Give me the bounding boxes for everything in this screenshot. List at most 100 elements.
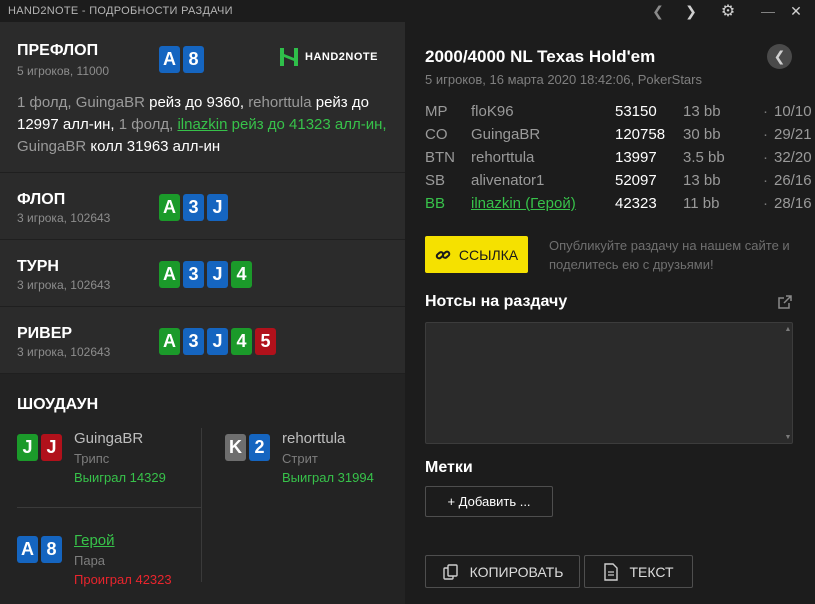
player-row: BTN rehorttula 13997 3.5 bb · 32/20 bbox=[425, 149, 812, 171]
street-name: ТУРН bbox=[17, 258, 59, 275]
separator-dot: · bbox=[763, 195, 768, 212]
street-name: РИВЕР bbox=[17, 325, 73, 342]
document-icon bbox=[604, 562, 619, 581]
playing-card-blue: J bbox=[207, 194, 228, 221]
street-flop: ФЛОП 3 игрока, 102643 A3J bbox=[0, 173, 405, 240]
preflop-action-text: 1 фолд, GuingaBR рейз до 9360, rehorttul… bbox=[17, 92, 397, 158]
player-name[interactable]: rehorttula bbox=[471, 149, 534, 166]
player-stack: 52097 bbox=[615, 172, 657, 189]
player-name[interactable]: rehorttula bbox=[282, 430, 345, 447]
street-sub: 3 игрока, 102643 bbox=[17, 345, 111, 359]
notes-textarea[interactable] bbox=[425, 322, 793, 444]
player-result: Выиграл 14329 bbox=[74, 470, 166, 485]
link-icon bbox=[435, 250, 451, 259]
street-name: ПРЕФЛОП bbox=[17, 42, 99, 59]
street-preflop: ПРЕФЛОП 5 игроков, 11000 A8 HAND2NOTE 1 … bbox=[0, 22, 405, 173]
player-stack-bb: 11 bb bbox=[683, 195, 720, 212]
player-name[interactable]: alivenator1 bbox=[471, 172, 544, 189]
scroll-up-icon[interactable]: ▲ bbox=[783, 326, 793, 334]
playing-card-green: J bbox=[17, 434, 38, 461]
external-link-icon[interactable] bbox=[777, 294, 793, 310]
player-name[interactable]: floK96 bbox=[471, 103, 514, 120]
playing-card-blue: A bbox=[17, 536, 38, 563]
player-stack: 120758 bbox=[615, 126, 666, 143]
copy-button[interactable]: КОПИРОВАТЬ bbox=[425, 555, 580, 588]
playing-card-blue: 8 bbox=[183, 46, 204, 73]
hole-cards: K2 bbox=[225, 434, 270, 461]
action-segment: рейз до 9360, bbox=[144, 94, 249, 111]
player-name-hero[interactable]: ilnazkin (Герой) bbox=[471, 195, 576, 212]
action-segment: rehorttula bbox=[248, 94, 312, 111]
playing-card-green: A bbox=[159, 194, 180, 221]
playing-card-green: 4 bbox=[231, 328, 252, 355]
street-river: РИВЕР 3 игрока, 102643 A3J45 bbox=[0, 307, 405, 374]
hand-info-panel: 2000/4000 NL Texas Hold'em 5 игроков, 16… bbox=[405, 22, 815, 604]
playing-card-green: A bbox=[159, 261, 180, 288]
playing-card-blue: 8 bbox=[41, 536, 62, 563]
player-stats: 32/20 bbox=[774, 149, 812, 166]
player-position: BB bbox=[425, 195, 446, 212]
player-hand-rank: Стрит bbox=[282, 451, 318, 466]
street-sub: 5 игроков, 11000 bbox=[17, 64, 110, 78]
playing-card-blue: A bbox=[159, 46, 180, 73]
game-subtitle: 5 игроков, 16 марта 2020 18:42:06, Poker… bbox=[425, 72, 702, 87]
back-button[interactable]: ❮ bbox=[767, 44, 792, 69]
action-segment: 1 фолд, bbox=[118, 116, 178, 133]
settings-gear-icon[interactable]: ⚙ bbox=[712, 0, 744, 22]
playing-card-red: J bbox=[41, 434, 62, 461]
playing-card-grey: K bbox=[225, 434, 246, 461]
window-title: HAND2NOTE - ПОДРОБНОСТИ РАЗДАЧИ bbox=[8, 5, 233, 17]
street-sub: 3 игрока, 102643 bbox=[17, 278, 111, 292]
hand-history-panel: ПРЕФЛОП 5 игроков, 11000 A8 HAND2NOTE 1 … bbox=[0, 22, 405, 604]
showdown-divider-horizontal bbox=[17, 507, 201, 508]
playing-card-blue: 3 bbox=[183, 328, 204, 355]
board-cards: A8 bbox=[159, 46, 204, 73]
player-stack-bb: 13 bb bbox=[683, 172, 721, 189]
playing-card-blue: J bbox=[207, 328, 228, 355]
street-turn: ТУРН 3 игрока, 102643 A3J4 bbox=[0, 240, 405, 307]
board-cards: A3J45 bbox=[159, 328, 276, 355]
next-hand-icon[interactable]: ❯ bbox=[675, 0, 707, 22]
playing-card-green: 4 bbox=[231, 261, 252, 288]
prev-hand-icon[interactable]: ❮ bbox=[642, 0, 674, 22]
share-link-button[interactable]: ССЫЛКА bbox=[425, 236, 528, 273]
share-hint: Опубликуйте раздачу на нашем сайте и под… bbox=[549, 238, 790, 272]
separator-dot: · bbox=[763, 149, 768, 166]
scroll-down-icon[interactable]: ▼ bbox=[783, 434, 793, 442]
player-name[interactable]: GuingaBR bbox=[74, 430, 143, 447]
player-position: CO bbox=[425, 126, 448, 143]
player-stats: 28/16 bbox=[774, 195, 812, 212]
player-stack-bb: 30 bb bbox=[683, 126, 721, 143]
player-stack-bb: 13 bb bbox=[683, 103, 721, 120]
player-row: SB alivenator1 52097 13 bb · 26/16 bbox=[425, 172, 812, 194]
notes-title: Нотсы на раздачу bbox=[425, 293, 568, 310]
close-icon[interactable]: ✕ bbox=[780, 0, 812, 22]
player-stack: 13997 bbox=[615, 149, 657, 166]
board-cards: A3J bbox=[159, 194, 228, 221]
separator-dot: · bbox=[763, 126, 768, 143]
playing-card-red: 5 bbox=[255, 328, 276, 355]
text-button[interactable]: ТЕКСТ bbox=[584, 555, 693, 588]
player-result: Проиграл 42323 bbox=[74, 572, 172, 587]
add-tag-button[interactable]: + Добавить ... bbox=[425, 486, 553, 517]
player-stats: 29/21 bbox=[774, 126, 812, 143]
action-segment: GuingaBR bbox=[75, 94, 145, 111]
hand2note-logo: HAND2NOTE bbox=[278, 46, 378, 68]
player-hand-rank: Трипс bbox=[74, 451, 110, 466]
player-result: Выиграл 31994 bbox=[282, 470, 374, 485]
player-name[interactable]: GuingaBR bbox=[471, 126, 540, 143]
street-name: ФЛОП bbox=[17, 191, 66, 208]
player-row: MP floK96 53150 13 bb · 10/10 bbox=[425, 103, 812, 125]
player-row: CO GuingaBR 120758 30 bb · 29/21 bbox=[425, 126, 812, 148]
hole-cards: JJ bbox=[17, 434, 62, 461]
playing-card-blue: J bbox=[207, 261, 228, 288]
player-name-hero[interactable]: Герой bbox=[74, 532, 115, 549]
title-bar: HAND2NOTE - ПОДРОБНОСТИ РАЗДАЧИ ❮ ❯ ⚙ — … bbox=[0, 0, 815, 22]
player-row-hero: BB ilnazkin (Герой) 42323 11 bb · 28/16 bbox=[425, 195, 812, 217]
copy-label: КОПИРОВАТЬ bbox=[469, 563, 564, 580]
text-label: ТЕКСТ bbox=[629, 563, 674, 580]
showdown-divider-vertical bbox=[201, 428, 202, 582]
hero-name-link[interactable]: ilnazkin bbox=[177, 116, 227, 133]
logo-text: HAND2NOTE bbox=[305, 51, 378, 63]
game-title: 2000/4000 NL Texas Hold'em bbox=[425, 47, 656, 66]
